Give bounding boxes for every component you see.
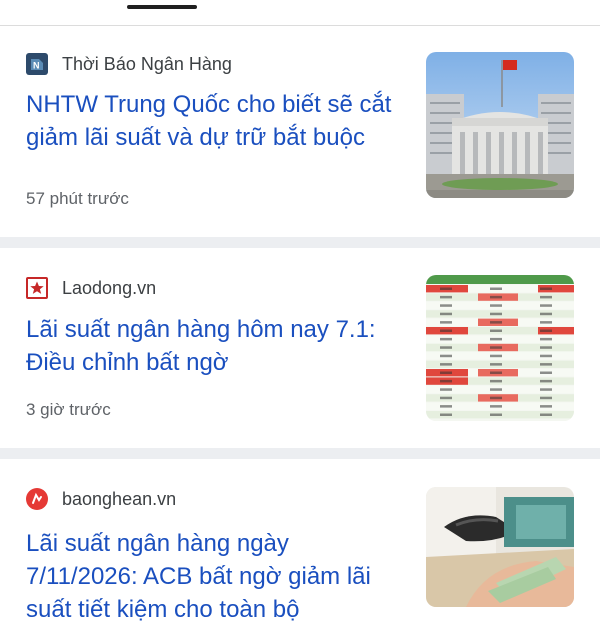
article-source-row: baonghean.vn: [26, 488, 176, 510]
article-card-1[interactable]: N Thời Báo Ngân Hàng NHTW Trung Quốc cho…: [0, 26, 600, 237]
article-thumbnail[interactable]: [426, 52, 574, 198]
article-source-row: N Thời Báo Ngân Hàng: [26, 53, 232, 75]
article-headline[interactable]: NHTW Trung Quốc cho biết sẽ cắt giảm lãi…: [26, 88, 396, 154]
article-thumbnail[interactable]: [426, 487, 574, 607]
article-thumbnail[interactable]: [426, 275, 574, 421]
article-card-3[interactable]: baonghean.vn Lãi suất ngân hàng ngày 7/1…: [0, 459, 600, 623]
card-separator: [0, 448, 600, 459]
article-timestamp: 57 phút trước: [26, 189, 129, 208]
article-card-2[interactable]: Laodong.vn Lãi suất ngân hàng hôm nay 7.…: [0, 248, 600, 448]
article-headline[interactable]: Lãi suất ngân hàng hôm nay 7.1: Điều chỉ…: [26, 313, 396, 379]
article-headline[interactable]: Lãi suất ngân hàng ngày 7/11/2026: ACB b…: [26, 527, 396, 626]
article-source-name: Thời Báo Ngân Hàng: [62, 53, 232, 74]
active-tab-indicator: [127, 5, 197, 9]
svg-text:N: N: [33, 61, 40, 71]
card-separator: [0, 237, 600, 248]
article-source-name: baonghean.vn: [62, 488, 177, 509]
article-source-row: Laodong.vn: [26, 277, 156, 299]
article-timestamp: 3 giờ trước: [26, 400, 111, 419]
top-tab-bar: [0, 0, 600, 26]
newspaper-logo-icon: N: [26, 53, 48, 75]
baonghean-logo-icon: [26, 488, 48, 510]
star-logo-icon: [26, 277, 48, 299]
article-source-name: Laodong.vn: [62, 277, 157, 298]
